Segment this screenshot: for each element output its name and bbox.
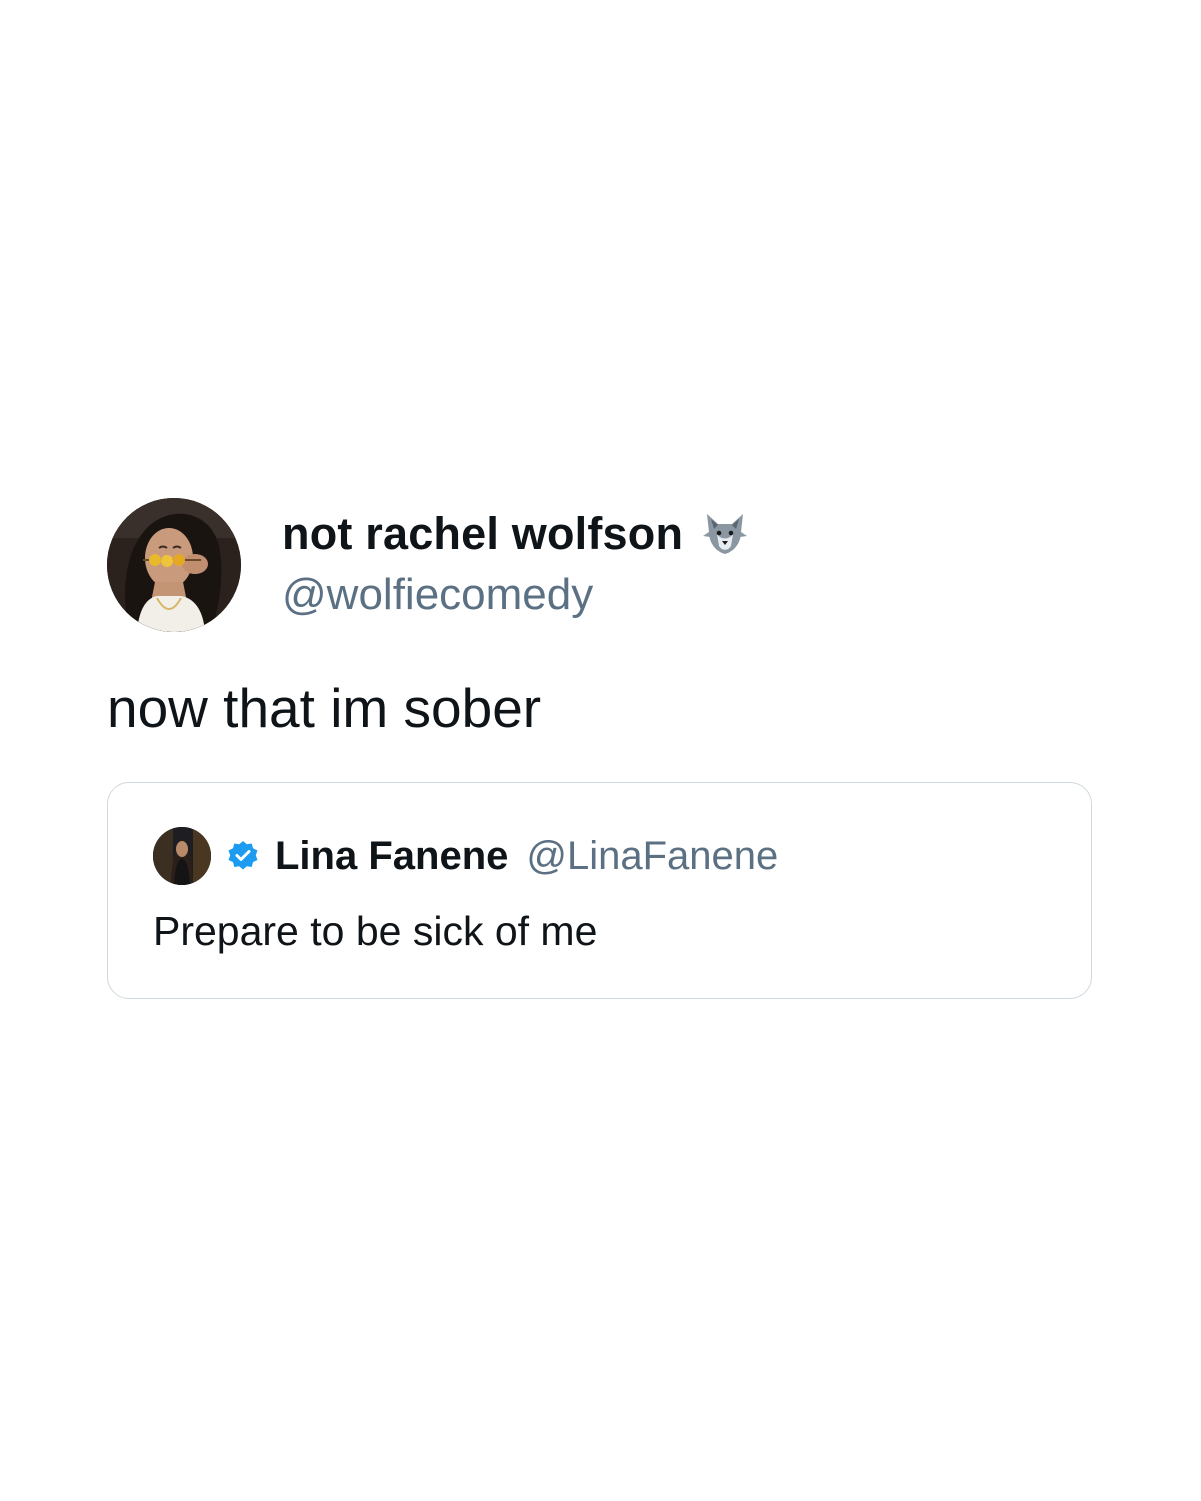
quoted-tweet-text: Prepare to be sick of me <box>153 908 598 954</box>
display-name-row: not rachel wolfson <box>282 509 749 559</box>
tweet-header: not rachel wolfson @wolfiecomedy <box>107 498 1094 632</box>
quoted-avatar-photo <box>153 827 211 885</box>
author-handle[interactable]: @wolfiecomedy <box>282 569 749 621</box>
tweet-card: not rachel wolfson @wolfiecomedy now tha… <box>107 498 1094 999</box>
quoted-handle[interactable]: @LinaFanene <box>526 832 778 880</box>
avatar[interactable] <box>107 498 241 632</box>
quoted-avatar[interactable] <box>153 827 211 885</box>
quoted-tweet[interactable]: Lina Fanene @LinaFanene Prepare to be si… <box>107 782 1092 999</box>
avatar-photo <box>107 498 241 632</box>
quoted-tweet-header: Lina Fanene @LinaFanene <box>153 827 778 885</box>
quoted-display-name[interactable]: Lina Fanene <box>275 832 508 880</box>
wolf-icon <box>701 510 749 558</box>
author-names: not rachel wolfson @wolfiecomedy <box>282 498 749 632</box>
tweet-text: now that im sober <box>107 677 542 739</box>
display-name[interactable]: not rachel wolfson <box>282 509 683 559</box>
verified-badge-icon <box>227 840 259 872</box>
